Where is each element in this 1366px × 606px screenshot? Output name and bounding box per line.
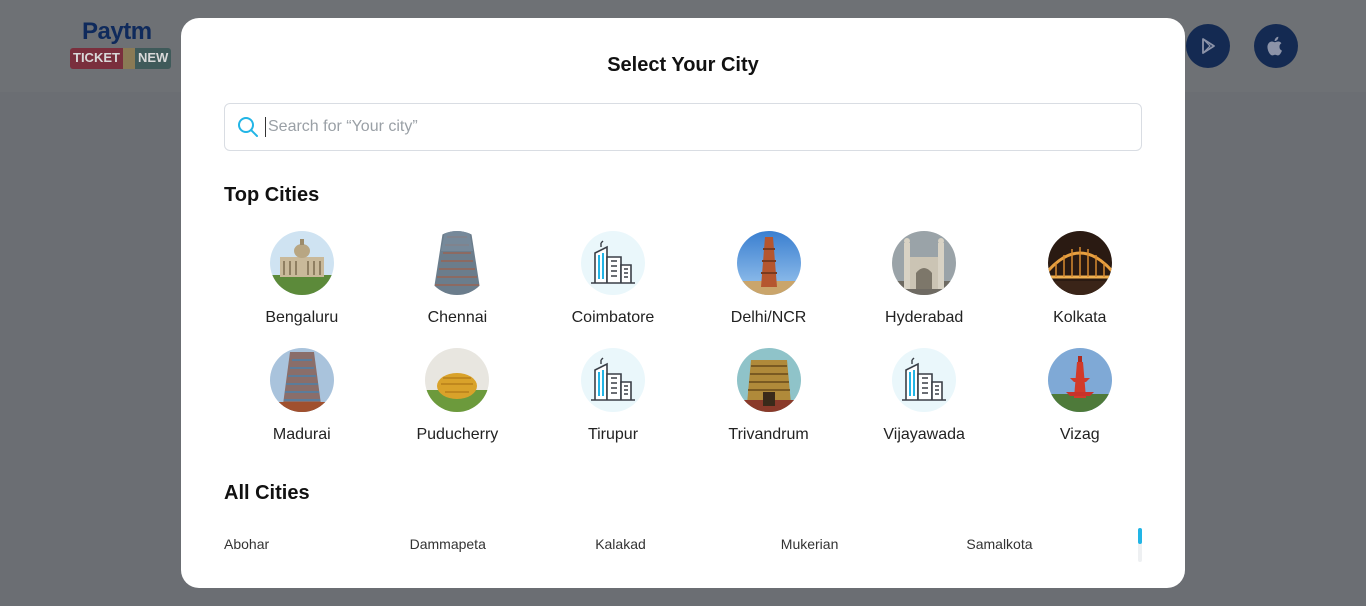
select-city-modal: Select Your City Top Cities: [181, 18, 1185, 588]
city-name: Vizag: [1059, 426, 1100, 443]
matrimandir-photo: [425, 348, 490, 412]
qutub-minar-photo: [736, 231, 801, 295]
city-name: Hyderabad: [885, 309, 964, 326]
scrollbar-thumb[interactable]: [1138, 528, 1142, 544]
all-cities-heading: All Cities: [224, 482, 310, 504]
city-name: Kolkata: [1053, 309, 1107, 326]
list-item[interactable]: Abohar: [224, 536, 410, 552]
list-item[interactable]: Mukerian: [781, 536, 967, 552]
city-search-input[interactable]: [265, 117, 1125, 137]
city-puducherry[interactable]: Puducherry: [380, 348, 536, 444]
all-cities-scrollbar[interactable]: [1138, 528, 1142, 562]
city-vijayawada[interactable]: Vijayawada: [846, 348, 1002, 444]
city-name: Vijayawada: [883, 426, 965, 443]
logo-paytm-text: Paytm: [82, 18, 152, 45]
logo-new-text: NEW: [134, 48, 172, 69]
city-name: Coimbatore: [571, 309, 655, 326]
city-name: Delhi/NCR: [730, 309, 807, 326]
city-name: Madurai: [272, 426, 331, 443]
logo-ticket-text: TICKET: [70, 48, 123, 69]
list-item[interactable]: Kalakad: [595, 536, 781, 552]
city-delhi-ncr[interactable]: Delhi/NCR: [691, 231, 847, 327]
howrah-bridge-photo: [1047, 231, 1112, 295]
buildings-icon: [892, 348, 957, 412]
city-coimbatore[interactable]: Coimbatore: [535, 231, 691, 327]
city-madurai[interactable]: Madurai: [224, 348, 380, 444]
apple-icon: [1267, 36, 1282, 56]
buildings-icon: [580, 231, 645, 295]
lighthouse-photo: [1047, 348, 1112, 412]
city-name: Chennai: [427, 309, 488, 326]
city-name: Bengaluru: [265, 309, 339, 326]
city-kolkata[interactable]: Kolkata: [1002, 231, 1158, 327]
city-hyderabad[interactable]: Hyderabad: [846, 231, 1002, 327]
city-name: Puducherry: [416, 426, 499, 443]
charminar-photo: [892, 231, 957, 295]
city-tirupur[interactable]: Tirupur: [535, 348, 691, 444]
city-trivandrum[interactable]: Trivandrum: [691, 348, 847, 444]
paytm-ticketnew-logo[interactable]: Paytm TICKET NEW: [70, 18, 176, 70]
city-search-box[interactable]: [224, 103, 1142, 151]
city-name: Tirupur: [587, 426, 639, 443]
logo-ticketnew: TICKET NEW: [70, 48, 176, 69]
buildings-icon: [580, 348, 645, 412]
temple-tower-photo: [269, 348, 334, 412]
search-icon: [238, 117, 258, 137]
city-vizag[interactable]: Vizag: [1002, 348, 1158, 444]
city-chennai[interactable]: Chennai: [380, 231, 536, 327]
city-name: Trivandrum: [728, 426, 809, 443]
app-store-button[interactable]: [1254, 24, 1298, 68]
play-store-button[interactable]: [1186, 24, 1230, 68]
top-cities-heading: Top Cities: [224, 184, 320, 206]
temple-gopuram-photo: [425, 231, 490, 295]
all-cities-list: Abohar Dammapeta Kalakad Mukerian Samalk…: [224, 536, 1124, 552]
city-bengaluru[interactable]: Bengaluru: [224, 231, 380, 327]
top-cities-grid: Bengaluru Chennai Coimbatore Delhi/NCR H…: [224, 231, 1158, 444]
padmanabhaswamy-temple-photo: [736, 348, 801, 412]
modal-title: Select Your City: [607, 54, 759, 76]
play-store-icon: [1202, 38, 1215, 54]
vidhana-soudha-photo: [269, 231, 334, 295]
logo-ticket-icon: [122, 48, 135, 69]
list-item[interactable]: Dammapeta: [410, 536, 596, 552]
list-item[interactable]: Samalkota: [966, 536, 1152, 552]
